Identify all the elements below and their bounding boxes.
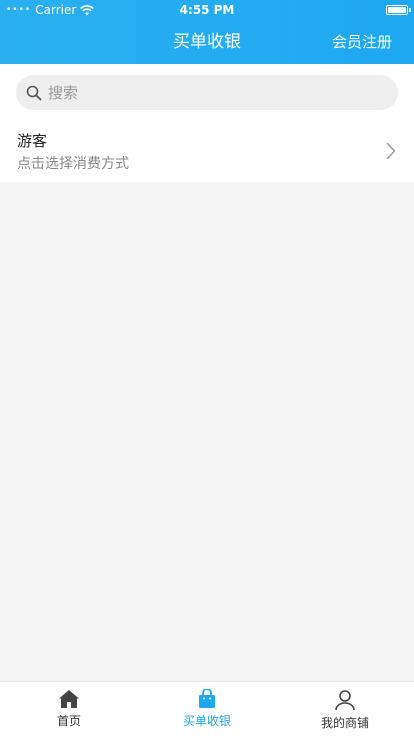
customer-name: 游客 (17, 132, 48, 150)
header: •••• Carrier 4:55 PM 买单收银 会员注册 (0, 0, 414, 64)
status-bar: •••• Carrier 4:55 PM (0, 0, 414, 20)
tab-home[interactable]: 首页 (0, 682, 138, 736)
search-box[interactable] (16, 75, 398, 110)
battery-icon (386, 5, 408, 15)
tab-bar: 首页 买单收银 我的商铺 (0, 681, 414, 736)
tab-home-label: 首页 (56, 714, 81, 728)
home-icon (59, 690, 79, 708)
tab-checkout[interactable]: 买单收银 (138, 682, 276, 736)
chevron-right-icon (386, 142, 396, 160)
customer-subtitle: 点击选择消费方式 (17, 156, 129, 172)
member-register-button[interactable]: 会员注册 (332, 28, 392, 56)
search-bar (0, 64, 414, 120)
search-input[interactable] (48, 83, 368, 102)
user-icon (335, 690, 355, 711)
tab-my-shop-label: 我的商铺 (320, 716, 369, 730)
status-time: 4:55 PM (179, 3, 235, 17)
shopping-bag-icon (199, 689, 215, 708)
tab-checkout-label: 买单收银 (182, 714, 231, 728)
battery-tip (409, 8, 411, 12)
customer-select-row[interactable]: 游客 点击选择消费方式 (0, 120, 414, 182)
tab-my-shop[interactable]: 我的商铺 (276, 682, 414, 736)
search-icon (26, 85, 42, 100)
